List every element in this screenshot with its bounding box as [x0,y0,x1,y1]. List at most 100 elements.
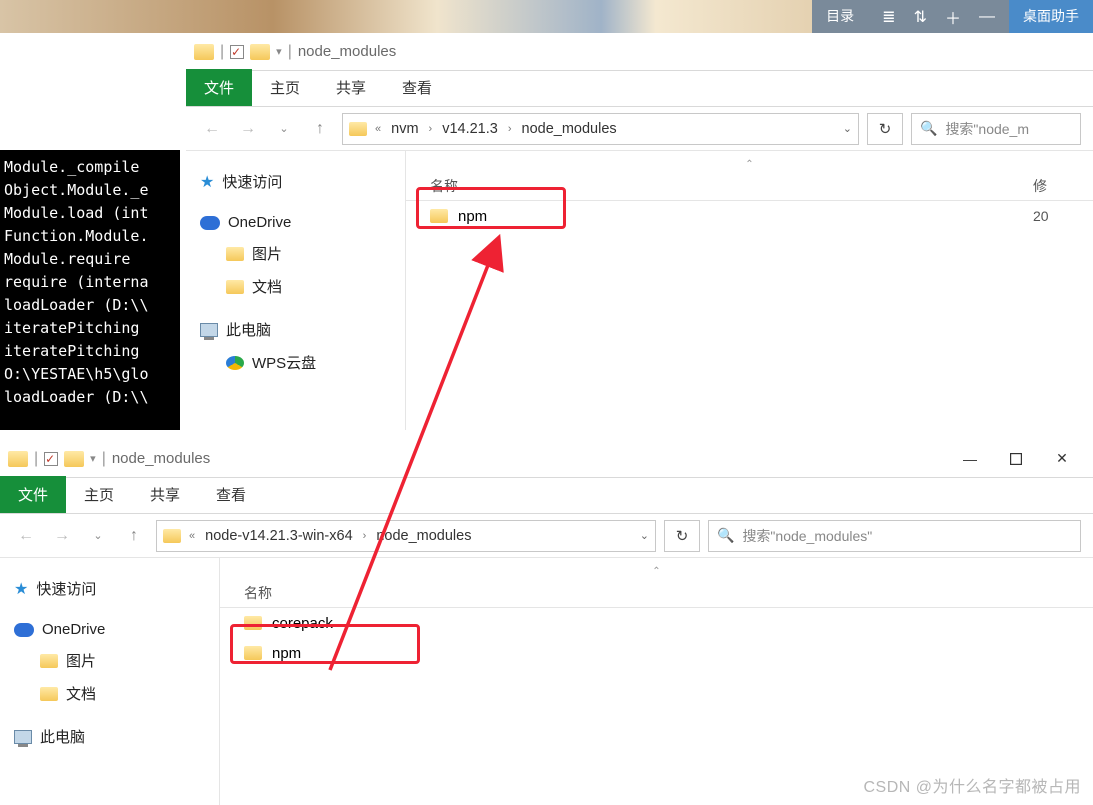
qat-dropdown-icon[interactable]: ▾ [276,45,282,58]
sidebar-item-onedrive[interactable]: OneDrive [6,615,213,644]
refresh-button[interactable]: ↻ [664,520,700,552]
list-item[interactable]: npm [220,638,1093,668]
file-date: 20 [1033,208,1093,224]
sidebar-label: 快速访问 [36,578,96,599]
breadcrumb[interactable]: node_modules [520,121,619,137]
sort-icon[interactable]: ⇅ [914,7,927,27]
sidebar-item-this-pc[interactable]: 此电脑 [192,313,399,346]
dash-icon[interactable]: — [979,8,995,26]
file-list[interactable]: ⌃ 名称 corepack npm [220,558,1093,805]
tab-share[interactable]: 共享 [132,476,198,513]
folder-icon [244,616,262,630]
up-button[interactable]: ↑ [306,115,334,143]
sidebar-item-this-pc[interactable]: 此电脑 [6,720,213,753]
terminal-window: Module._compile Object.Module._e Module.… [0,150,180,430]
checkbox-icon[interactable] [44,452,58,466]
chevron-left-icon[interactable]: « [185,530,199,542]
sidebar-label: OneDrive [228,214,291,231]
column-headers[interactable]: 名称 修 [406,171,1093,201]
desktop-view-icons[interactable]: ≣ ⇅ ＋ — [868,0,1009,33]
search-placeholder: 搜索"node_modules" [742,526,872,546]
sidebar-item-wps[interactable]: WPS云盘 [192,346,399,379]
breadcrumb[interactable]: v14.21.3 [440,121,500,137]
sidebar-label: 图片 [252,243,282,264]
search-input[interactable]: 🔍 搜索"node_modules" [708,520,1081,552]
sidebar-item-documents[interactable]: 文档 [6,677,213,710]
column-name[interactable]: 名称 [406,176,1033,196]
forward-button[interactable]: → [48,522,76,550]
sidebar-label: 图片 [66,650,96,671]
close-button[interactable]: ✕ [1039,443,1085,475]
nav-toolbar: ← → ⌄ ↑ « nvm › v14.21.3 › node_modules … [186,107,1093,151]
sidebar-item-quick-access[interactable]: ★ 快速访问 [192,165,399,198]
column-name[interactable]: 名称 [220,583,1093,603]
minimize-button[interactable]: — [947,443,993,475]
sidebar-item-pictures[interactable]: 图片 [192,237,399,270]
search-placeholder: 搜索"node_m [945,119,1029,139]
file-name: corepack [272,615,333,632]
address-bar[interactable]: « node-v14.21.3-win-x64 › node_modules ⌄ [156,520,656,552]
recent-dropdown-icon[interactable]: ⌄ [270,115,298,143]
onedrive-icon [200,216,220,230]
desktop-top-controls: 目录 ≣ ⇅ ＋ — 桌面助手 [812,0,1093,33]
tab-file[interactable]: 文件 [0,476,66,513]
tab-home[interactable]: 主页 [252,69,318,106]
back-button[interactable]: ← [198,115,226,143]
plus-icon[interactable]: ＋ [945,5,961,29]
recent-dropdown-icon[interactable]: ⌄ [84,522,112,550]
file-name: npm [272,645,301,662]
back-button[interactable]: ← [12,522,40,550]
breadcrumb[interactable]: node-v14.21.3-win-x64 [203,528,355,544]
address-dropdown-icon[interactable]: ⌄ [843,122,852,135]
folder-icon [349,122,367,136]
sidebar-item-onedrive[interactable]: OneDrive [192,208,399,237]
search-icon: 🔍 [717,527,734,544]
tab-share[interactable]: 共享 [318,69,384,106]
tab-view[interactable]: 查看 [198,476,264,513]
nav-sidebar: ★ 快速访问 OneDrive 图片 文档 此电脑 [186,151,406,430]
qat-dropdown-icon[interactable]: ▾ [90,452,96,465]
tab-file[interactable]: 文件 [186,69,252,106]
search-input[interactable]: 🔍 搜索"node_m [911,113,1081,145]
folder-icon [8,451,28,467]
desktop-catalog-label[interactable]: 目录 [812,0,868,33]
list-item[interactable]: npm 20 [406,201,1093,231]
titlebar[interactable]: | ▾ | node_modules [186,33,1093,71]
sort-indicator-icon: ⌃ [406,159,1093,171]
maximize-button[interactable] [993,443,1039,475]
chevron-right-icon: › [425,123,437,135]
sort-indicator-icon: ⌃ [220,566,1093,578]
list-icon[interactable]: ≣ [882,7,895,27]
sidebar-label: 快速访问 [222,171,282,192]
breadcrumb[interactable]: node_modules [374,528,473,544]
sidebar-item-quick-access[interactable]: ★ 快速访问 [6,572,213,605]
breadcrumb[interactable]: nvm [389,121,420,137]
chevron-left-icon[interactable]: « [371,123,385,135]
refresh-button[interactable]: ↻ [867,113,903,145]
sep: | [288,43,292,61]
list-item[interactable]: corepack [220,608,1093,638]
sidebar-item-documents[interactable]: 文档 [192,270,399,303]
tab-view[interactable]: 查看 [384,69,450,106]
folder-icon [194,44,214,60]
column-modified[interactable]: 修 [1033,176,1093,196]
folder-icon [226,280,244,294]
checkbox-icon[interactable] [230,45,244,59]
folder-icon [40,654,58,668]
sep: | [102,450,106,468]
sidebar-item-pictures[interactable]: 图片 [6,644,213,677]
this-pc-icon [14,730,32,744]
desktop-helper-button[interactable]: 桌面助手 [1009,0,1093,33]
file-list[interactable]: ⌃ 名称 修 npm 20 [406,151,1093,430]
address-bar[interactable]: « nvm › v14.21.3 › node_modules ⌄ [342,113,859,145]
up-button[interactable]: ↑ [120,522,148,550]
explorer-window-1: | ▾ | node_modules 文件 主页 共享 查看 ← → ⌄ ↑ «… [186,33,1093,430]
column-headers[interactable]: 名称 [220,578,1093,608]
titlebar[interactable]: | ▾ | node_modules — ✕ [0,440,1093,478]
folder-icon [163,529,181,543]
address-dropdown-icon[interactable]: ⌄ [640,529,649,542]
sidebar-label: 文档 [66,683,96,704]
tab-home[interactable]: 主页 [66,476,132,513]
forward-button[interactable]: → [234,115,262,143]
onedrive-icon [14,623,34,637]
